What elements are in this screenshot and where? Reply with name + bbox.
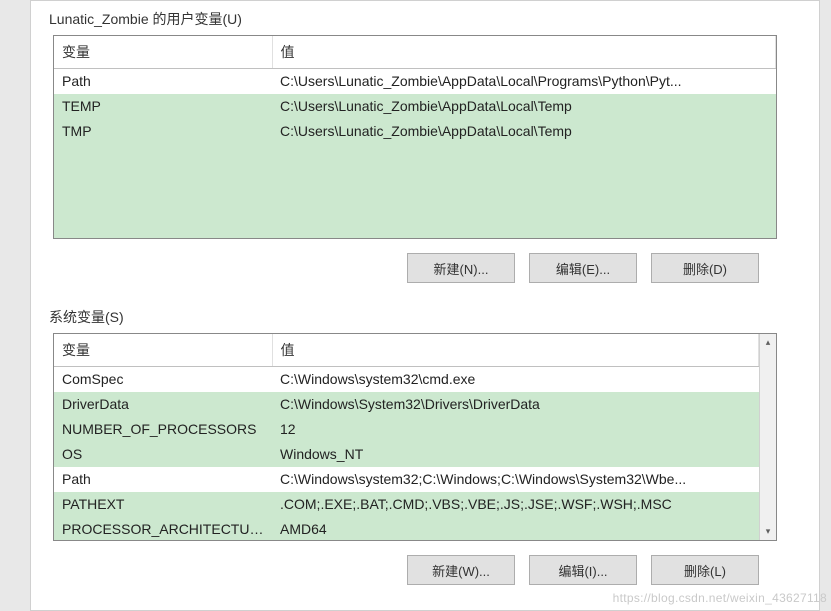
cell-var-name: Path: [54, 467, 272, 492]
cell-var-value: Windows_NT: [272, 442, 759, 467]
scroll-down-icon[interactable]: ▾: [760, 523, 776, 540]
cell-var-name: NUMBER_OF_PROCESSORS: [54, 417, 272, 442]
user-vars-title: Lunatic_Zombie 的用户变量(U): [49, 7, 807, 29]
cell-var-name: Path: [54, 69, 272, 94]
system-vars-section: 系统变量(S) 变量 值 ComSpec: [47, 305, 807, 585]
cell-var-name: TEMP: [54, 94, 272, 119]
table-filler: [54, 144, 776, 240]
delete-system-var-button[interactable]: 删除(L): [651, 555, 759, 585]
table-header-row[interactable]: 变量 值: [54, 36, 776, 69]
edit-system-var-button[interactable]: 编辑(I)...: [529, 555, 637, 585]
table-row[interactable]: NUMBER_OF_PROCESSORS 12: [54, 417, 759, 442]
table-row[interactable]: PATHEXT .COM;.EXE;.BAT;.CMD;.VBS;.VBE;.J…: [54, 492, 759, 517]
cell-var-name: TMP: [54, 119, 272, 144]
table-row[interactable]: TMP C:\Users\Lunatic_Zombie\AppData\Loca…: [54, 119, 776, 144]
cell-var-name: PROCESSOR_ARCHITECTURE: [54, 517, 272, 541]
cell-var-name: OS: [54, 442, 272, 467]
cell-var-value: 12: [272, 417, 759, 442]
table-row[interactable]: Path C:\Users\Lunatic_Zombie\AppData\Loc…: [54, 69, 776, 94]
edit-user-var-button[interactable]: 编辑(E)...: [529, 253, 637, 283]
user-vars-buttons: 新建(N)... 编辑(E)... 删除(D): [47, 253, 759, 283]
col-header-variable[interactable]: 变量: [54, 334, 272, 367]
watermark-text: https://blog.csdn.net/weixin_43627118: [613, 591, 827, 605]
system-vars-buttons: 新建(W)... 编辑(I)... 删除(L): [47, 555, 759, 585]
new-user-var-button[interactable]: 新建(N)...: [407, 253, 515, 283]
col-header-value[interactable]: 值: [272, 36, 776, 69]
delete-user-var-button[interactable]: 删除(D): [651, 253, 759, 283]
cell-var-value: .COM;.EXE;.BAT;.CMD;.VBS;.VBE;.JS;.JSE;.…: [272, 492, 759, 517]
table-row[interactable]: TEMP C:\Users\Lunatic_Zombie\AppData\Loc…: [54, 94, 776, 119]
cell-var-name: DriverData: [54, 392, 272, 417]
system-vars-title: 系统变量(S): [49, 305, 807, 327]
cell-var-value: AMD64: [272, 517, 759, 541]
cell-var-value: C:\Windows\system32\cmd.exe: [272, 367, 759, 392]
col-header-variable[interactable]: 变量: [54, 36, 272, 69]
table-row[interactable]: PROCESSOR_ARCHITECTURE AMD64: [54, 517, 759, 541]
col-header-value[interactable]: 值: [272, 334, 759, 367]
cell-var-name: PATHEXT: [54, 492, 272, 517]
table-row[interactable]: ComSpec C:\Windows\system32\cmd.exe: [54, 367, 759, 392]
table-row[interactable]: OS Windows_NT: [54, 442, 759, 467]
cell-var-value: C:\Users\Lunatic_Zombie\AppData\Local\Te…: [272, 94, 776, 119]
scroll-track[interactable]: [760, 351, 776, 523]
vertical-scrollbar[interactable]: ▴ ▾: [759, 334, 776, 540]
table-row[interactable]: Path C:\Windows\system32;C:\Windows;C:\W…: [54, 467, 759, 492]
cell-var-name: ComSpec: [54, 367, 272, 392]
scroll-up-icon[interactable]: ▴: [760, 334, 776, 351]
cell-var-value: C:\Users\Lunatic_Zombie\AppData\Local\Pr…: [272, 69, 776, 94]
system-vars-table[interactable]: 变量 值 ComSpec C:\Windows\system32\cmd.exe…: [53, 333, 777, 541]
cell-var-value: C:\Windows\System32\Drivers\DriverData: [272, 392, 759, 417]
cell-var-value: C:\Users\Lunatic_Zombie\AppData\Local\Te…: [272, 119, 776, 144]
user-vars-section: Lunatic_Zombie 的用户变量(U) 变量 值 Path C:\Use…: [47, 7, 807, 283]
env-vars-dialog: Lunatic_Zombie 的用户变量(U) 变量 值 Path C:\Use…: [30, 0, 820, 611]
table-row[interactable]: DriverData C:\Windows\System32\Drivers\D…: [54, 392, 759, 417]
new-system-var-button[interactable]: 新建(W)...: [407, 555, 515, 585]
user-vars-table[interactable]: 变量 值 Path C:\Users\Lunatic_Zombie\AppDat…: [53, 35, 777, 239]
table-header-row[interactable]: 变量 值: [54, 334, 759, 367]
cell-var-value: C:\Windows\system32;C:\Windows;C:\Window…: [272, 467, 759, 492]
